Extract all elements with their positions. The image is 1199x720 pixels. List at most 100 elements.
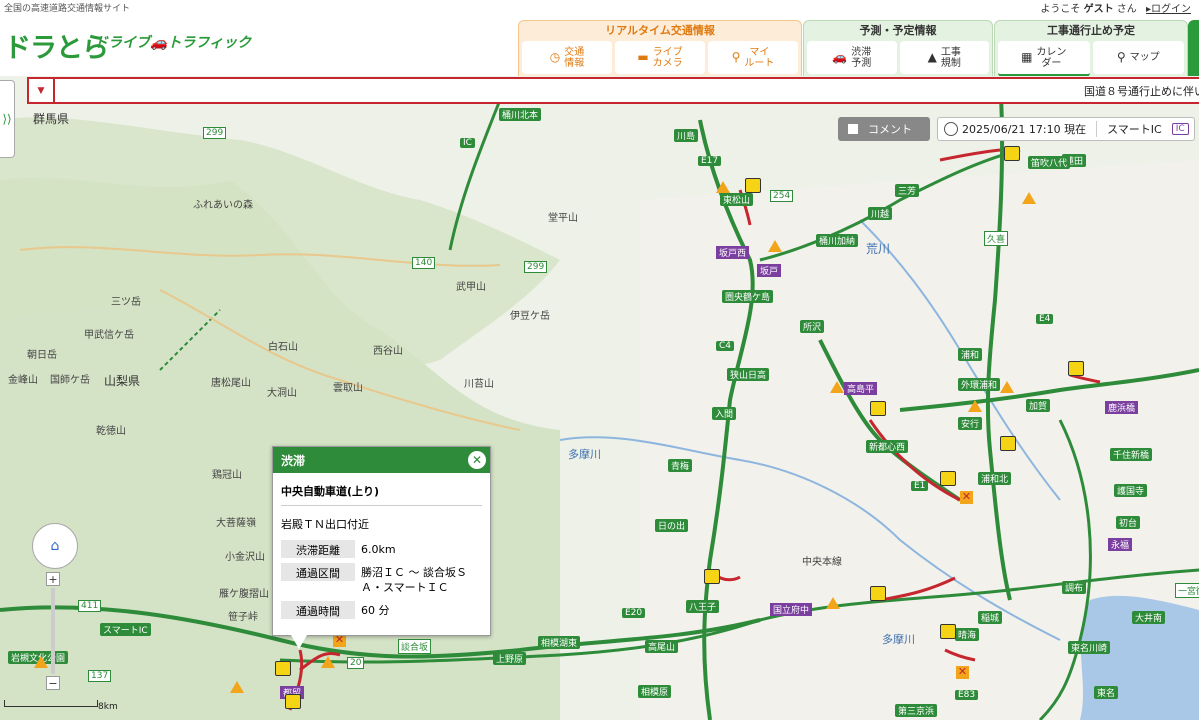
ic-label[interactable]: 東名 (1094, 686, 1119, 699)
closure-marker[interactable]: ✕ (960, 491, 973, 504)
warning-marker[interactable] (1000, 381, 1014, 393)
ic-label[interactable]: 新都心西 (866, 440, 909, 453)
ic-label[interactable]: 高尾山 (645, 640, 679, 653)
ic-label[interactable]: 桶川北本 (499, 108, 542, 121)
ic-label[interactable]: 外環浦和 (958, 378, 1001, 391)
nav-calendar-button[interactable]: ▦ カレン ダー (998, 41, 1090, 77)
expressway-number: C4 (716, 341, 735, 351)
map-canvas[interactable]: 群馬県 山梨県 荒川 多摩川 多摩川 ふれあいの森 堂平山 武甲山 伊豆ケ岳 三… (0, 76, 1199, 720)
news-ticker[interactable]: 国道８号通行止めに伴い北陸自動 (1084, 83, 1199, 99)
pin-icon: ⚲ (1116, 50, 1126, 64)
close-icon[interactable]: ✕ (468, 451, 486, 469)
comment-toggle-button[interactable]: コメント (838, 117, 930, 141)
warning-marker[interactable] (321, 656, 335, 668)
home-position-button[interactable]: ⌂ (32, 523, 78, 569)
ic-label[interactable]: 所沢 (800, 320, 825, 333)
ic-label[interactable]: スマートIC (100, 623, 151, 636)
zoom-out-button[interactable]: − (46, 676, 60, 690)
login-link[interactable]: ▸ログイン (1146, 4, 1191, 15)
ic-label[interactable]: 永福 (1108, 538, 1133, 551)
nav-my-route-button[interactable]: ⚲ マイ ルート (708, 41, 798, 74)
ic-label[interactable]: 浦和北 (978, 472, 1012, 485)
camera-marker[interactable] (870, 401, 886, 416)
camera-marker[interactable] (275, 661, 291, 676)
ic-label[interactable]: 国立府中 (770, 603, 813, 616)
camera-marker[interactable] (940, 471, 956, 486)
ic-label[interactable]: 東名川崎 (1068, 641, 1111, 654)
ic-label[interactable]: 川越 (868, 207, 893, 220)
zoom-in-button[interactable]: + (46, 572, 60, 586)
ic-label[interactable]: 相模湖東 (538, 636, 581, 649)
ic-label[interactable]: 圏央鶴ケ島 (722, 290, 774, 303)
closure-marker[interactable]: ✕ (956, 666, 969, 679)
warning-marker[interactable] (230, 681, 244, 693)
camera-marker[interactable] (1004, 146, 1020, 161)
ic-label[interactable]: 一宮御坂 (1175, 583, 1199, 598)
ic-label[interactable]: 久喜 (984, 231, 1009, 246)
ic-label[interactable]: 千住新橋 (1110, 448, 1153, 461)
ic-label[interactable]: 第三京浜 (895, 704, 938, 717)
warning-icon: ▲ (927, 50, 937, 64)
nav-group-extra[interactable] (1188, 20, 1199, 78)
warning-marker[interactable] (716, 181, 730, 193)
nav-congestion-forecast-button[interactable]: 🚗 渋滞 予測 (807, 41, 897, 74)
ic-label[interactable]: 初台 (1116, 516, 1141, 529)
search-bar[interactable]: ▼ 国道８号通行止めに伴い北陸自動 (27, 77, 1199, 104)
warning-marker[interactable] (830, 381, 844, 393)
zoom-slider[interactable] (51, 588, 55, 674)
ic-label[interactable]: 鹿浜橋 (1105, 401, 1139, 414)
warning-marker[interactable] (826, 597, 840, 609)
ic-label[interactable]: 狭山日高 (727, 368, 770, 381)
ic-label[interactable]: 相模原 (638, 685, 672, 698)
sa-label[interactable]: 談合坂 (398, 639, 432, 654)
clock-icon: ◷ (549, 50, 561, 64)
nav-live-camera-button[interactable]: ▬ ライブ カメラ (615, 41, 705, 74)
side-panel-toggle[interactable]: ⟩⟩ (0, 80, 15, 158)
caret-down-icon: ▼ (37, 85, 45, 96)
ic-label[interactable]: 八王子 (686, 600, 720, 613)
warning-marker[interactable] (768, 240, 782, 252)
clock-icon (944, 122, 958, 136)
site-logo[interactable]: ドラとら (4, 26, 109, 65)
nav-construction-button[interactable]: ▲ 工事 規制 (899, 41, 989, 74)
smart-ic-label[interactable]: 坂戸西 (716, 246, 750, 259)
ic-label[interactable]: 日の出 (655, 519, 689, 532)
camera-marker[interactable] (745, 178, 761, 193)
nav-label: 渋滞 予測 (851, 46, 872, 69)
mountain-label: 国師ケ岳 (50, 375, 90, 386)
ic-label[interactable]: 浦和 (958, 348, 983, 361)
warning-marker[interactable] (968, 400, 982, 412)
search-dropdown-toggle[interactable]: ▼ (29, 79, 55, 102)
ic-label[interactable]: 青梅 (668, 459, 693, 472)
expressway-number: E17 (698, 156, 722, 166)
mountain-label: 堂平山 (548, 213, 578, 224)
ic-label[interactable]: 東松山 (720, 193, 754, 206)
ic-label[interactable]: 護国寺 (1114, 484, 1148, 497)
camera-marker[interactable] (704, 569, 720, 584)
ic-label[interactable]: 晴海 (955, 628, 980, 641)
ic-label[interactable]: 調布 (1062, 581, 1087, 594)
ic-label[interactable]: 高島平 (844, 382, 878, 395)
nav-map-button[interactable]: ⚲ マップ (1092, 41, 1184, 74)
camera-marker[interactable] (1068, 361, 1084, 376)
ic-label[interactable]: 安行 (958, 417, 983, 430)
camera-marker[interactable] (870, 586, 886, 601)
ic-label[interactable]: IC (460, 138, 475, 148)
camera-marker[interactable] (1000, 436, 1016, 451)
ic-label[interactable]: 上野原 (493, 652, 527, 665)
nav-traffic-info-button[interactable]: ◷ 交通 情報 (522, 41, 612, 74)
ic-label[interactable]: 桶川加納 (816, 234, 859, 247)
ic-label[interactable]: 稲城 (978, 611, 1003, 624)
camera-marker[interactable] (285, 694, 301, 709)
ic-label[interactable]: 入間 (712, 407, 737, 420)
ic-label[interactable]: 加賀 (1026, 399, 1051, 412)
camera-marker[interactable] (940, 624, 956, 639)
ic-label[interactable]: 笛吹八代 (1028, 156, 1071, 169)
mountain-label: 金峰山 (8, 375, 38, 386)
ic-label[interactable]: 三芳 (895, 184, 920, 197)
ic-label[interactable]: 川島 (674, 129, 699, 142)
route-shield: 20 (347, 657, 365, 669)
warning-marker[interactable] (1022, 192, 1036, 204)
ic-label[interactable]: 坂戸 (757, 264, 782, 277)
ic-label[interactable]: 大井南 (1132, 611, 1166, 624)
